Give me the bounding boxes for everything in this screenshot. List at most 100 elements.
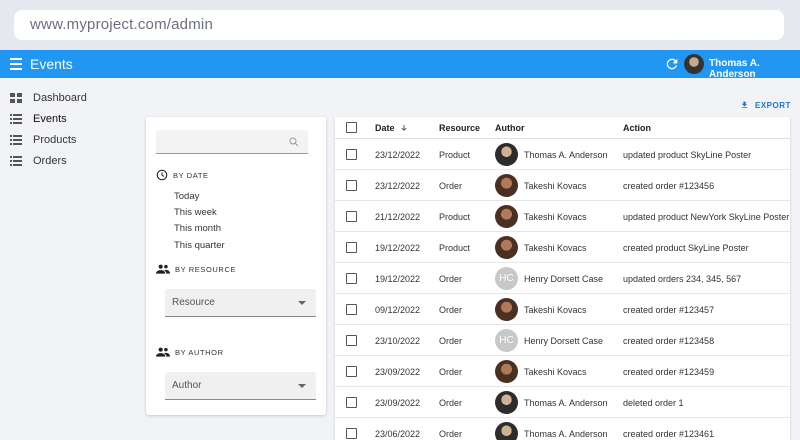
date-cell: 19/12/2022 (375, 274, 421, 284)
row-checkbox[interactable] (346, 366, 357, 377)
export-label: EXPORT (755, 100, 791, 110)
table-row[interactable]: 09/12/2022 Order Takeshi Kovacs created ord… (335, 294, 790, 325)
sidebar: Dashboard Events Products Orders (0, 78, 140, 440)
author-cell: Thomas A. Anderson (524, 150, 608, 160)
author-cell: Takeshi Kovacs (524, 243, 587, 253)
row-checkbox[interactable] (346, 304, 357, 315)
action-cell: created product SkyLine Poster (623, 243, 749, 253)
date-cell: 23/09/2022 (375, 398, 421, 408)
url-field[interactable]: www.myproject.com/admin (14, 10, 784, 40)
table-row[interactable]: 19/12/2022 Product Takeshi Kovacs created p… (335, 232, 790, 263)
row-checkbox[interactable] (346, 428, 357, 439)
list-icon (10, 156, 22, 166)
sidebar-item-products[interactable]: Products (10, 130, 76, 150)
author-avatar: HC (495, 267, 518, 290)
author-avatar (495, 236, 518, 259)
date-cell: 19/12/2022 (375, 243, 421, 253)
table-row[interactable]: 23/09/2022 Order Takeshi Kovacs created ord… (335, 356, 790, 387)
select-all-checkbox[interactable] (346, 122, 357, 133)
author-avatar (495, 391, 518, 414)
table-row[interactable]: 23/06/2022 Order Thomas A. Anderson created… (335, 418, 790, 440)
author-select-value: Author (172, 380, 202, 391)
user-name[interactable]: Thomas A. Anderson (709, 58, 800, 80)
author-cell: Takeshi Kovacs (524, 212, 587, 222)
filter-heading-label: BY AUTHOR (175, 347, 224, 357)
resource-cell: Order (439, 181, 463, 191)
filter-option-this-week[interactable]: This week (174, 207, 217, 218)
clock-icon (156, 169, 168, 181)
column-resource[interactable]: Resource (439, 123, 480, 133)
column-date-label: Date (375, 123, 395, 133)
column-author[interactable]: Author (495, 123, 525, 133)
dashboard-icon (10, 93, 22, 103)
author-cell: Takeshi Kovacs (524, 367, 587, 377)
filter-by-date-heading: BY DATE (156, 169, 209, 181)
author-avatar: HC (495, 329, 518, 352)
sidebar-item-orders[interactable]: Orders (10, 151, 67, 171)
user-avatar[interactable] (684, 54, 704, 74)
author-select[interactable]: Author (165, 372, 316, 400)
row-checkbox[interactable] (346, 335, 357, 346)
row-checkbox[interactable] (346, 273, 357, 284)
resource-cell: Order (439, 429, 463, 439)
filter-by-author-heading: BY AUTHOR (156, 347, 224, 357)
action-cell: created order #123458 (623, 336, 715, 346)
page-title: Events (30, 56, 73, 72)
search-input[interactable] (156, 130, 308, 154)
export-button[interactable]: EXPORT (740, 98, 791, 112)
resource-cell: Order (439, 367, 463, 377)
filter-option-this-month[interactable]: This month (174, 223, 221, 234)
resource-select-value: Resource (172, 297, 215, 308)
author-cell: Takeshi Kovacs (524, 181, 587, 191)
sidebar-item-label: Dashboard (33, 92, 87, 104)
author-cell: Henry Dorsett Case (524, 274, 604, 284)
row-checkbox[interactable] (346, 180, 357, 191)
sidebar-item-dashboard[interactable]: Dashboard (10, 88, 87, 108)
filter-panel: BY DATE Today This week This month This … (146, 117, 326, 415)
action-cell: created order #123459 (623, 367, 715, 377)
table-row[interactable]: 19/12/2022 Order HC Henry Dorsett Case updat… (335, 263, 790, 294)
column-action[interactable]: Action (623, 123, 651, 133)
resource-cell: Product (439, 212, 471, 222)
author-avatar (495, 143, 518, 166)
resource-select[interactable]: Resource (165, 289, 316, 317)
table-row[interactable]: 23/09/2022 Order Thomas A. Anderson deleted… (335, 387, 790, 418)
resource-cell: Order (439, 336, 463, 346)
row-checkbox[interactable] (346, 211, 357, 222)
list-icon (10, 114, 22, 124)
sidebar-item-events[interactable]: Events (10, 109, 67, 129)
author-cell: Takeshi Kovacs (524, 305, 587, 315)
table-row[interactable]: 23/12/2022 Product Thomas A. Anderson updat… (335, 139, 790, 170)
resource-cell: Order (439, 305, 463, 315)
people-icon (156, 264, 170, 274)
author-cell: Thomas A. Anderson (524, 398, 608, 408)
menu-icon[interactable] (10, 58, 22, 70)
author-avatar (495, 422, 518, 440)
filter-option-today[interactable]: Today (174, 191, 199, 202)
date-cell: 23/06/2022 (375, 429, 421, 439)
action-cell: created order #123461 (623, 429, 715, 439)
author-avatar (495, 298, 518, 321)
action-cell: updated orders 234, 345, 567 (623, 274, 742, 284)
resource-cell: Order (439, 274, 463, 284)
row-checkbox[interactable] (346, 149, 357, 160)
author-avatar (495, 205, 518, 228)
table-row[interactable]: 21/12/2022 Product Takeshi Kovacs updated p… (335, 201, 790, 232)
resource-cell: Product (439, 243, 471, 253)
table-row[interactable]: 23/12/2022 Order Takeshi Kovacs created ord… (335, 170, 790, 201)
arrow-down-icon (401, 125, 407, 131)
action-cell: updated product NewYork SkyLine Poster (623, 212, 790, 222)
date-cell: 21/12/2022 (375, 212, 421, 222)
table-header: Date Resource Author Action (335, 117, 790, 139)
filter-heading-label: BY RESOURCE (175, 264, 237, 274)
date-cell: 09/12/2022 (375, 305, 421, 315)
app-bar: Events Thomas A. Anderson (0, 50, 800, 80)
refresh-icon[interactable] (664, 56, 680, 72)
table-row[interactable]: 23/10/2022 Order HC Henry Dorsett Case creat… (335, 325, 790, 356)
row-checkbox[interactable] (346, 242, 357, 253)
date-cell: 23/09/2022 (375, 367, 421, 377)
filter-option-this-quarter[interactable]: This quarter (174, 240, 225, 251)
row-checkbox[interactable] (346, 397, 357, 408)
date-cell: 23/12/2022 (375, 181, 421, 191)
column-date[interactable]: Date (375, 123, 408, 133)
